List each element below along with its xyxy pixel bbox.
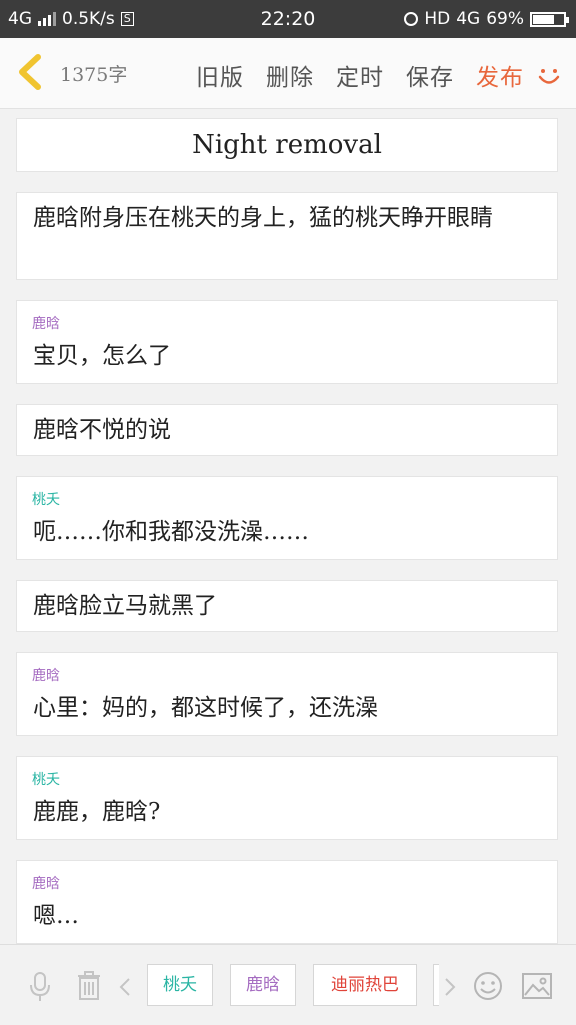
old-version-button[interactable]: 旧版 <box>196 58 244 92</box>
battery-icon <box>530 11 569 27</box>
speaker-label: 桃夭 <box>32 772 60 788</box>
smile-icon <box>538 69 560 84</box>
schedule-button[interactable]: 定时 <box>336 58 384 92</box>
speaker-label: 桃夭 <box>32 492 60 508</box>
card-text: 鹿晗不悦的说 <box>33 417 171 443</box>
narration-card[interactable]: 鹿晗不悦的说 <box>16 404 558 456</box>
network-right-label: 4G <box>456 9 481 29</box>
speaker-label: 鹿晗 <box>32 316 60 332</box>
chip-label: 迪丽热巴 <box>331 975 399 995</box>
card-text: 宝贝，怎么了 <box>33 343 171 369</box>
card-text: 心里：妈的，都这时候了，还洗澡 <box>33 695 378 721</box>
status-bar: 4G 0.5K/s S 22:20 HD 4G 69% <box>0 0 576 38</box>
battery-fill <box>533 14 554 24</box>
dialogue-card[interactable]: 鹿晗 嗯… <box>16 860 558 944</box>
battery-percent: 69% <box>486 9 524 29</box>
character-chip[interactable]: 迪丽热巴 <box>313 964 417 1006</box>
publish-button[interactable]: 发布 <box>476 58 524 92</box>
narration-card[interactable]: 鹿晗脸立马就黑了 <box>16 580 558 632</box>
story-title: Night removal <box>192 130 382 160</box>
microphone-icon[interactable] <box>28 971 52 1003</box>
character-chip[interactable]: 桃夭 <box>147 964 213 1006</box>
character-chip[interactable]: 鹿晗 <box>230 964 296 1006</box>
title-card[interactable]: Night removal <box>16 118 558 172</box>
speaker-label: 鹿晗 <box>32 876 60 892</box>
alarm-icon <box>404 12 419 26</box>
card-text: 鹿鹿，鹿晗? <box>33 799 161 825</box>
emoji-icon[interactable] <box>473 971 503 1001</box>
dialogue-card[interactable]: 桃夭 呃……你和我都没洗澡…… <box>16 476 558 560</box>
card-text: 鹿晗脸立马就黑了 <box>33 593 217 619</box>
editor-toolbar: 1375字 旧版 删除 定时 保存 发布 <box>0 38 576 109</box>
delete-button[interactable]: 删除 <box>266 58 314 92</box>
narration-card[interactable]: 鹿晗附身压在桃天的身上，猛的桃天睁开眼睛 <box>16 192 558 280</box>
hd-label: HD <box>424 9 451 29</box>
save-button[interactable]: 保存 <box>406 58 454 92</box>
chevron-left-icon[interactable] <box>118 977 132 997</box>
card-text: 呃……你和我都没洗澡…… <box>33 519 309 545</box>
bottom-toolbar: 桃夭 鹿晗 迪丽热巴 <box>0 944 576 1025</box>
chip-label: 鹿晗 <box>246 975 280 995</box>
card-text: 鹿晗附身压在桃天的身上，猛的桃天睁开眼睛 <box>33 205 493 231</box>
card-text: 嗯… <box>33 903 79 929</box>
dialogue-card[interactable]: 桃夭 鹿鹿，鹿晗? <box>16 756 558 840</box>
chevron-right-icon[interactable] <box>443 977 457 997</box>
trash-icon[interactable] <box>76 971 102 1001</box>
status-right: HD 4G 69% <box>404 9 569 29</box>
dialogue-card[interactable]: 鹿晗 心里：妈的，都这时候了，还洗澡 <box>16 652 558 736</box>
chip-label: 桃夭 <box>163 975 197 995</box>
dialogue-card[interactable]: 鹿晗 宝贝，怎么了 <box>16 300 558 384</box>
character-chip-partial[interactable] <box>433 964 439 1006</box>
word-count: 1375字 <box>60 64 128 86</box>
speaker-label: 鹿晗 <box>32 668 60 684</box>
back-chevron-icon[interactable] <box>12 52 52 92</box>
image-icon[interactable] <box>522 973 552 999</box>
